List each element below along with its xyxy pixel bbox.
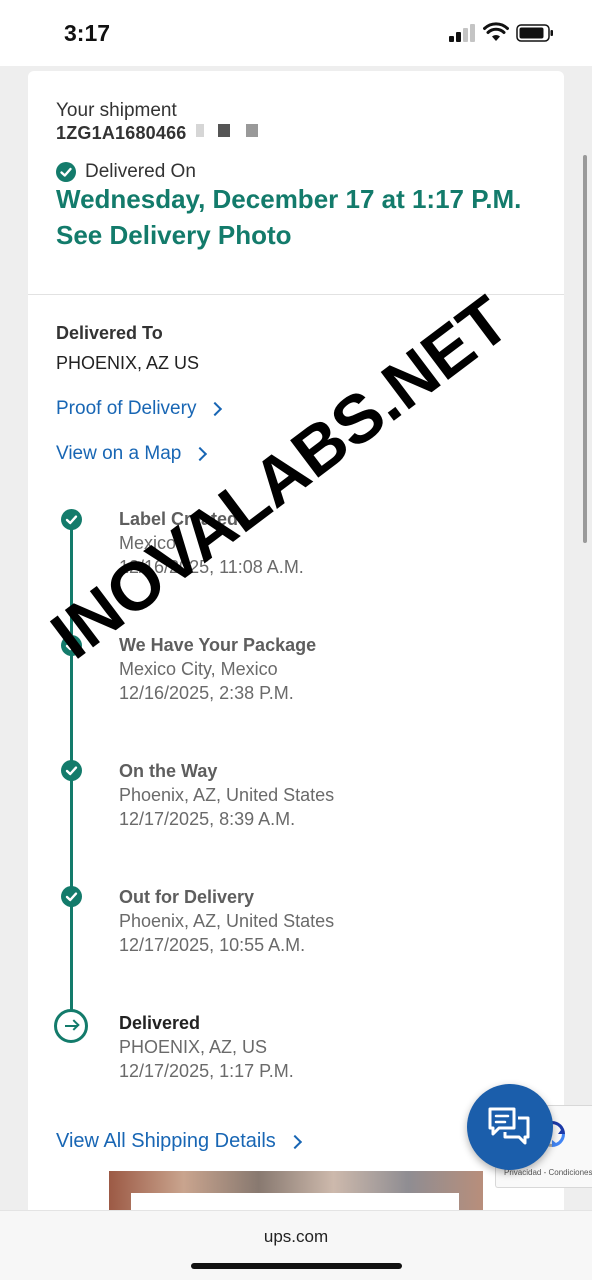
- timeline-event: Out for Delivery Phoenix, AZ, United Sta…: [119, 885, 334, 957]
- status-bar: 3:17: [0, 0, 592, 66]
- proof-of-delivery-label: Proof of Delivery: [56, 398, 197, 419]
- signal-icon: [449, 24, 477, 42]
- event-title: Delivered: [119, 1013, 201, 1033]
- delivered-to-value: PHOENIX, AZ US: [56, 353, 200, 373]
- chat-icon: [488, 1107, 530, 1145]
- timeline-check-icon: [61, 760, 82, 781]
- event-location: PHOENIX, AZ, US: [119, 1037, 268, 1057]
- event-datetime: 12/17/2025, 10:55 A.M.: [119, 935, 306, 955]
- battery-icon: [516, 24, 553, 42]
- status-time: 3:17: [64, 20, 111, 46]
- timeline-event: We Have Your Package Mexico City, Mexico…: [119, 633, 316, 705]
- chevron-right-icon: [208, 401, 223, 417]
- view-on-map-link[interactable]: View on a Map: [56, 443, 208, 465]
- event-title: We Have Your Package: [119, 635, 317, 655]
- arrow-right-circle-icon: [54, 1009, 88, 1043]
- delivery-status-row: Delivered On: [56, 161, 196, 183]
- event-datetime: 12/17/2025, 8:39 A.M.: [119, 809, 296, 829]
- address-bar-url[interactable]: ups.com: [0, 1227, 592, 1247]
- event-location: Mexico City, Mexico: [119, 659, 278, 679]
- redaction-mark: [246, 124, 258, 137]
- delivered-to-label: Delivered To: [56, 323, 163, 343]
- tracking-number: 1ZG1A1680466: [56, 123, 187, 143]
- delivery-datetime: Wednesday, December 17 at 1:17 P.M.: [56, 184, 522, 214]
- timeline-event: On the Way Phoenix, AZ, United States 12…: [119, 759, 334, 831]
- delivery-status-label: Delivered On: [85, 161, 196, 182]
- view-all-shipping-details-label: View All Shipping Details: [56, 1130, 276, 1152]
- shipment-label: Your shipment: [56, 100, 177, 121]
- wifi-icon: [483, 22, 509, 41]
- home-indicator[interactable]: [191, 1263, 402, 1269]
- event-location: Phoenix, AZ, United States: [119, 911, 335, 931]
- event-datetime: 12/17/2025, 1:17 P.M.: [119, 1061, 294, 1081]
- redaction-mark: [196, 124, 204, 137]
- timeline-event-current: Delivered PHOENIX, AZ, US 12/17/2025, 1:…: [119, 1011, 294, 1083]
- timeline-check-icon: [61, 509, 82, 530]
- chevron-right-icon: [193, 446, 208, 462]
- chat-button[interactable]: [467, 1084, 553, 1170]
- proof-of-delivery-link[interactable]: Proof of Delivery: [56, 398, 223, 420]
- event-datetime: 12/16/2025, 2:38 P.M.: [119, 683, 294, 703]
- view-all-shipping-details-link[interactable]: View All Shipping Details: [56, 1130, 302, 1153]
- delivery-photo-link[interactable]: See Delivery Photo: [56, 220, 292, 251]
- browser-bottom-bar: ups.com: [0, 1210, 592, 1280]
- check-icon: [56, 162, 76, 182]
- view-on-map-label: View on a Map: [56, 443, 182, 464]
- page-scrollbar[interactable]: [583, 155, 587, 543]
- timeline-check-icon: [61, 886, 82, 907]
- event-title: On the Way: [119, 761, 218, 781]
- event-title: Out for Delivery: [119, 887, 255, 907]
- chevron-right-icon: [287, 1134, 302, 1149]
- event-location: Phoenix, AZ, United States: [119, 785, 335, 805]
- redaction-mark: [218, 124, 230, 137]
